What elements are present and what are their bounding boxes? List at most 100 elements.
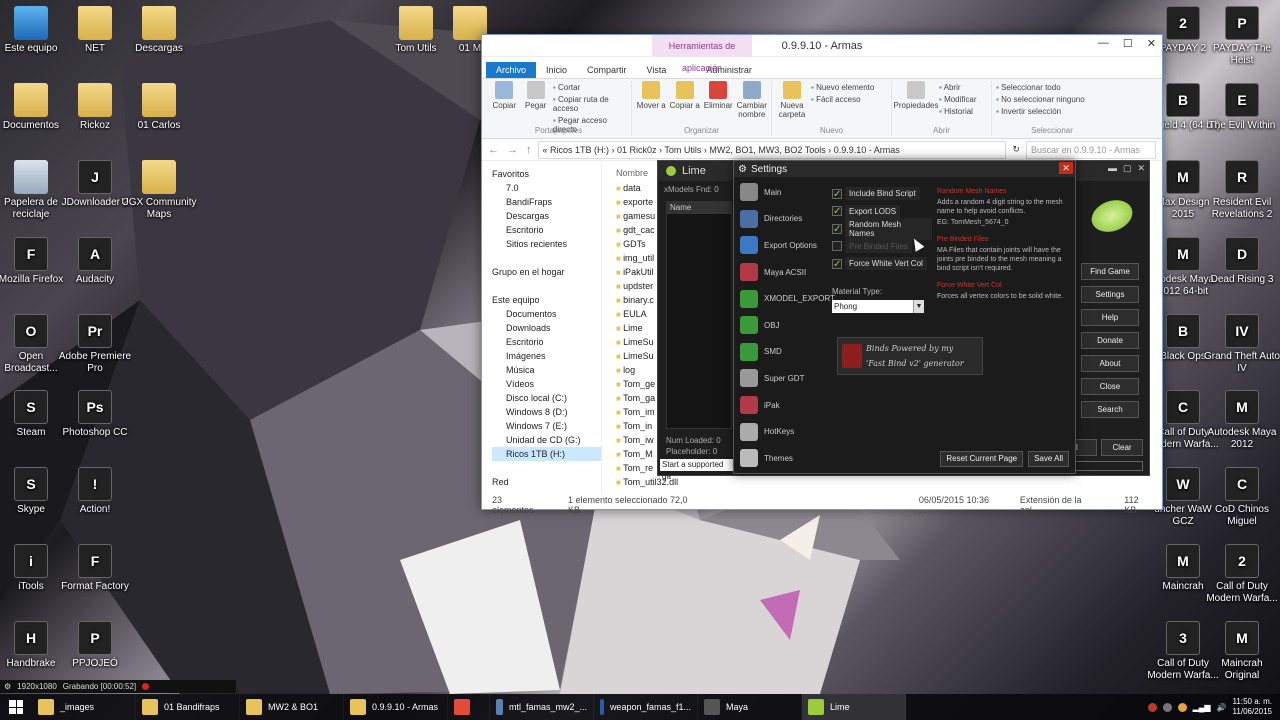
material-type-select[interactable]: Phong ▼ <box>832 300 924 313</box>
maximize-icon[interactable]: ☐ <box>1123 37 1133 50</box>
settings-nav-ipak[interactable]: iPak <box>736 392 826 419</box>
option-checkbox[interactable]: ✓ Include Bind Script <box>832 185 932 203</box>
save-all-button[interactable]: Save All <box>1028 451 1069 467</box>
nav-item[interactable]: Unidad de CD (G:) <box>492 433 601 447</box>
close-icon[interactable]: ✕ <box>1059 162 1073 174</box>
nav-item[interactable]: BandiFraps <box>492 195 601 209</box>
tab-inicio[interactable]: Inicio <box>536 62 577 78</box>
about-button[interactable]: About <box>1081 355 1139 372</box>
taskbar-item[interactable]: Maya <box>698 694 802 720</box>
taskbar-item[interactable] <box>448 694 490 720</box>
record-icon[interactable] <box>142 683 150 690</box>
back-arrow-icon[interactable]: ← <box>488 144 499 156</box>
nav-item[interactable]: Sitios recientes <box>492 237 601 251</box>
up-arrow-icon[interactable]: ↑ <box>526 144 532 156</box>
nav-item[interactable]: Vídeos <box>492 377 601 391</box>
desktop-icon[interactable]: IV Grand Theft Auto IV <box>1204 314 1280 374</box>
nav-item[interactable]: Imágenes <box>492 349 601 363</box>
file-row[interactable]: Tom_util32.dll <box>616 475 1162 489</box>
tray-app-icon[interactable] <box>1162 702 1172 712</box>
nav-item[interactable]: Grupo en el hogar <box>492 265 601 279</box>
desktop-icon[interactable]: P PPJOJEÓ <box>57 621 133 670</box>
easy-access-button[interactable]: Fácil acceso <box>811 95 874 104</box>
start-button[interactable] <box>0 694 32 720</box>
settings-nav-export-options[interactable]: Export Options <box>736 232 826 259</box>
donate-button[interactable]: Donate <box>1081 332 1139 349</box>
settings-nav-smd[interactable]: SMD <box>736 339 826 366</box>
desktop-icon[interactable]: Descargas <box>121 6 197 55</box>
checkbox-icon[interactable]: ✓ <box>832 258 842 269</box>
search-input[interactable]: Buscar en 0.9.9.10 - Armas <box>1026 140 1156 159</box>
desktop-icon[interactable]: P PAYDAY The Heist <box>1204 6 1280 66</box>
settings-nav-themes[interactable]: Themes <box>736 445 826 472</box>
forward-arrow-icon[interactable]: → <box>507 144 518 156</box>
models-list[interactable]: Name <box>666 201 732 429</box>
taskbar-item[interactable]: Lime <box>802 694 906 720</box>
refresh-icon[interactable]: ↻ <box>1012 144 1020 155</box>
address-field[interactable]: « Ricos 1TB (H:) › 01 Rick0z › Tom Utils… <box>537 140 1007 159</box>
minimize-icon[interactable]: — <box>1098 37 1109 50</box>
nav-item[interactable]: Ricos 1TB (H:) <box>492 447 601 461</box>
tray-app-icon[interactable] <box>1147 702 1157 712</box>
taskbar-item[interactable]: mtl_famas_mw2_... <box>490 694 594 720</box>
close-icon[interactable]: ✕ <box>1137 163 1145 174</box>
option-checkbox[interactable]: ✓ Force White Vert Col <box>832 255 932 273</box>
checkbox-icon[interactable]: ✓ <box>832 223 842 234</box>
search-button[interactable]: Search <box>1081 401 1139 418</box>
settings-nav-main[interactable]: Main <box>736 179 826 206</box>
desktop-icon[interactable]: E The Evil Within <box>1204 83 1280 132</box>
checkbox-icon[interactable]: ✓ <box>832 188 842 199</box>
desktop-icon[interactable]: 2 Call of Duty Modern Warfa... <box>1204 544 1280 604</box>
settings-nav-obj[interactable]: OBJ <box>736 312 826 339</box>
tab-vista[interactable]: Vista <box>637 62 677 78</box>
taskbar-item[interactable]: weapon_famas_f1... <box>594 694 698 720</box>
clear-button[interactable]: Clear <box>1101 439 1143 456</box>
tab-compartir[interactable]: Compartir <box>577 62 637 78</box>
settings-button[interactable]: Settings <box>1081 286 1139 303</box>
settings-titlebar[interactable]: ⚙ Settings <box>734 161 1075 177</box>
option-checkbox[interactable]: ✓ Random Mesh Names <box>832 217 932 240</box>
nav-item[interactable]: Windows 8 (D:) <box>492 405 601 419</box>
desktop-icon[interactable]: Pr Adobe Premiere Pro <box>57 314 133 374</box>
settings-icon[interactable]: ⚙ <box>4 682 11 691</box>
select-all-button[interactable]: Seleccionar todo <box>996 83 1085 92</box>
nav-item[interactable]: 7.0 <box>492 181 601 195</box>
settings-nav-directories[interactable]: Directories <box>736 206 826 233</box>
taskbar-item[interactable]: _images <box>32 694 136 720</box>
new-item-button[interactable]: Nuevo elemento <box>811 83 874 92</box>
taskbar-item[interactable]: 0.9.9.10 - Armas <box>344 694 448 720</box>
desktop-icon[interactable]: C CoD Chinos Miguel <box>1204 467 1280 527</box>
desktop-icon[interactable]: ! Action! <box>57 467 133 516</box>
minimize-icon[interactable]: ▬ <box>1108 163 1117 174</box>
desktop-icon[interactable]: 01 Carlos <box>121 83 197 132</box>
invert-selection-button[interactable]: Invertir selección <box>996 107 1085 116</box>
modify-button[interactable]: Modificar <box>939 95 976 104</box>
settings-nav-maya-acsii[interactable]: Maya ACSII <box>736 259 826 286</box>
desktop-icon[interactable]: M Maincrah Original <box>1204 621 1280 681</box>
settings-nav-xmodel-export[interactable]: XMODEL_EXPORT <box>736 285 835 312</box>
network-icon[interactable]: ▂▄▆ <box>1193 703 1211 712</box>
copy-path-button[interactable]: Copiar ruta de acceso <box>553 95 627 113</box>
clock[interactable]: 11:50 a. m. 11/06/2015 <box>1233 697 1272 717</box>
nav-item[interactable]: Downloads <box>492 321 601 335</box>
nav-item[interactable]: Documentos <box>492 307 601 321</box>
nav-item[interactable]: Windows 7 (E:) <box>492 419 601 433</box>
nav-item[interactable]: Favoritos <box>492 167 601 181</box>
nav-item[interactable]: Disco local (C:) <box>492 391 601 405</box>
nav-item[interactable]: Red <box>492 475 601 489</box>
nav-item[interactable]: Este equipo <box>492 293 601 307</box>
close-icon[interactable]: ✕ <box>1147 37 1156 50</box>
tray-app-icon[interactable] <box>1177 702 1187 712</box>
explorer-titlebar[interactable]: Herramientas de aplicación 0.9.9.10 - Ar… <box>482 35 1162 73</box>
reset-current-page-button[interactable]: Reset Current Page <box>940 451 1024 467</box>
taskbar-item[interactable]: 01 Bandifraps <box>136 694 240 720</box>
settings-nav-hotkeys[interactable]: HotKeys <box>736 418 826 445</box>
settings-nav-super-gdt[interactable]: Super GDT <box>736 365 826 392</box>
desktop-icon[interactable]: F Format Factory <box>57 544 133 593</box>
desktop-icon[interactable]: R Resident Evil Revelations 2 <box>1204 160 1280 220</box>
tab-archivo[interactable]: Archivo <box>486 62 537 78</box>
checkbox-icon[interactable]: ✓ <box>832 206 842 217</box>
open-button[interactable]: Abrir <box>939 83 977 92</box>
desktop-icon[interactable]: A Audacity <box>57 237 133 286</box>
desktop-icon[interactable]: Ps Photoshop CC <box>57 390 133 439</box>
